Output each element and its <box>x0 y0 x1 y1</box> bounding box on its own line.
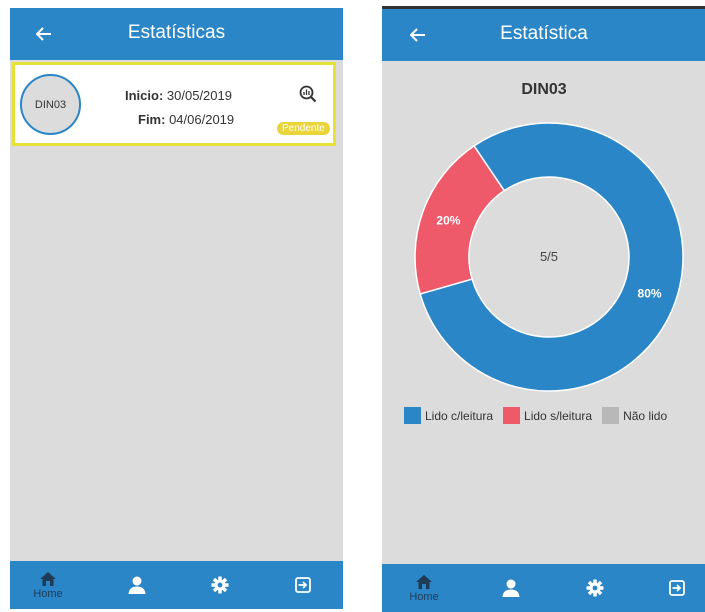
nav-settings[interactable] <box>205 561 235 609</box>
start-label: Inicio: <box>125 88 164 103</box>
chart-search-icon[interactable] <box>299 85 317 108</box>
legend-label: Lido s/leitura <box>524 408 593 423</box>
chart-legend: Lido c/leitura Lido s/leitura Não lido <box>404 407 667 424</box>
legend-item: Lido c/leitura <box>404 407 493 424</box>
page-title: Estatística <box>500 23 588 44</box>
nav-logout[interactable] <box>662 564 692 612</box>
chart-title: DIN03 <box>521 81 567 98</box>
legend-swatch <box>503 407 521 424</box>
legend-swatch <box>602 407 620 424</box>
logout-icon <box>295 577 311 593</box>
nav-profile[interactable] <box>496 564 526 612</box>
slice-label: 20% <box>436 213 460 227</box>
page-title: Estatísticas <box>127 22 226 43</box>
legend-swatch <box>404 407 421 424</box>
app-bar: Estatística <box>382 9 705 61</box>
nav-logout[interactable] <box>288 561 318 609</box>
legend-label: Lido c/leitura <box>425 408 494 423</box>
status-badge: Pendente <box>277 122 330 135</box>
gear-icon <box>211 576 229 594</box>
avatar: DIN03 <box>20 74 81 135</box>
nav-home-label: Home <box>33 587 63 600</box>
slice-label: 80% <box>638 287 662 301</box>
statistic-card[interactable]: DIN03 Inicio: 30/05/2019 Fim: 04/06/2019… <box>12 62 336 146</box>
start-date-row: Inicio: 30/05/2019 <box>125 88 232 103</box>
statistics-detail-screen: Estatística DIN03 80% 20% 5/5 Lido c/leitu… <box>382 6 705 612</box>
nav-settings[interactable] <box>580 564 610 612</box>
gear-icon <box>586 579 604 597</box>
end-label: Fim: <box>138 112 166 127</box>
nav-profile[interactable] <box>122 561 152 609</box>
home-icon <box>416 574 432 589</box>
start-date: 30/05/2019 <box>166 88 232 103</box>
nav-home[interactable]: Home <box>404 564 444 612</box>
legend-item: Não lido <box>602 407 667 424</box>
bottom-nav: Home <box>382 564 705 612</box>
statistics-list-screen: Estatísticas DIN03 Inicio: 30/05/2019 Fi… <box>10 8 343 609</box>
donut-chart: 80% 20% 5/5 <box>414 122 684 392</box>
legend-label: Não lido <box>623 408 668 423</box>
user-icon <box>502 579 520 597</box>
end-date: 04/06/2019 <box>169 112 235 127</box>
nav-home-label: Home <box>409 590 439 603</box>
legend-item: Lido s/leitura <box>503 407 592 424</box>
nav-home[interactable]: Home <box>28 561 68 609</box>
logout-icon <box>669 580 685 596</box>
donut-center-label: 5/5 <box>540 249 558 264</box>
home-icon <box>40 571 56 586</box>
end-date-row: Fim: 04/06/2019 <box>138 112 234 127</box>
bottom-nav: Home <box>10 561 343 609</box>
user-icon <box>128 576 146 594</box>
app-bar: Estatísticas <box>10 8 343 60</box>
